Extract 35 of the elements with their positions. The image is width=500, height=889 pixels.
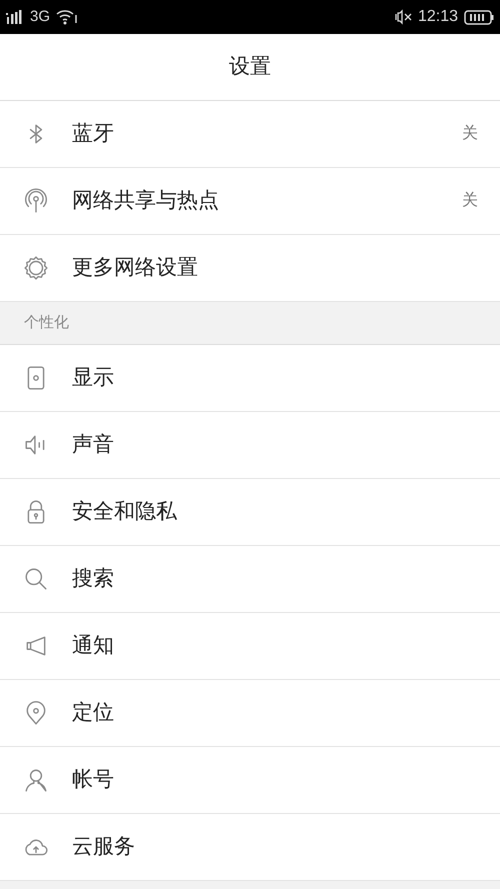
row-label: 声音: [72, 432, 115, 458]
settings-row[interactable]: 网络共享与热点 关: [0, 168, 500, 235]
row-label: 定位: [72, 700, 115, 726]
settings-row[interactable]: 搜索: [0, 546, 500, 613]
settings-row[interactable]: 定位: [0, 680, 500, 747]
row-label: 显示: [72, 365, 115, 392]
row-label: 帐号: [72, 767, 115, 794]
settings-row[interactable]: 显示: [0, 345, 500, 412]
row-value: 关: [462, 190, 478, 211]
settings-row[interactable]: 更多网络设置: [0, 235, 500, 302]
settings-row[interactable]: 声音: [0, 412, 500, 479]
search-icon: [23, 566, 49, 592]
row-label: 蓝牙: [72, 121, 115, 148]
section-title: 个性化: [24, 312, 69, 333]
clock-time: 12:13: [418, 7, 458, 27]
gear-icon: [23, 255, 49, 281]
antenna-icon: [23, 188, 49, 214]
row-label: 网络共享与热点: [72, 188, 220, 214]
row-label: 云服务: [72, 834, 136, 860]
row-value: 关: [462, 124, 478, 144]
settings-row[interactable]: 帐号: [0, 747, 500, 814]
row-label: 搜索: [72, 566, 115, 592]
settings-row[interactable]: 安全和隐私: [0, 479, 500, 546]
settings-row[interactable]: 通知: [0, 613, 500, 680]
muted-speaker-icon: [394, 9, 413, 25]
person-icon: [23, 767, 49, 793]
battery-icon: [464, 10, 494, 24]
network-type: 3G: [30, 6, 50, 27]
page-title: 设置: [229, 54, 271, 80]
row-label: 更多网络设置: [72, 255, 199, 282]
row-label: 通知: [72, 633, 115, 660]
wifi-icon: [56, 9, 78, 25]
settings-row[interactable]: 云服务: [0, 814, 500, 881]
settings-row[interactable]: 蓝牙 关: [0, 101, 500, 168]
row-label: 安全和隐私: [72, 499, 178, 526]
